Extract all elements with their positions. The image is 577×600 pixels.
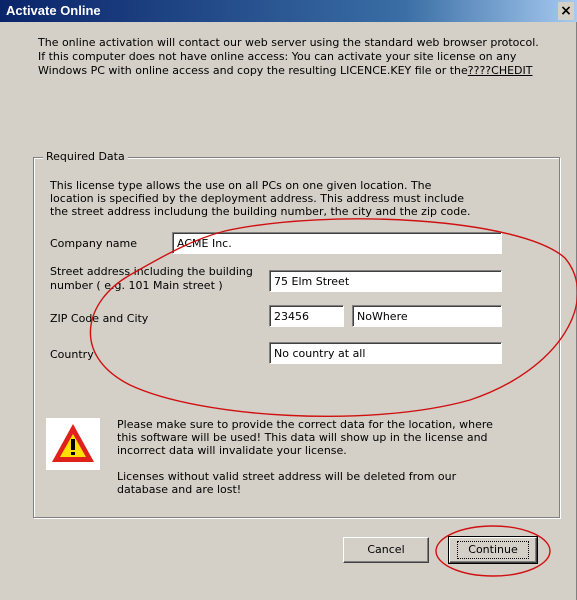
close-icon: × [560, 3, 572, 19]
warning-message: Please make sure to provide the correct … [117, 418, 537, 496]
intro-text: The online activation will contact our w… [38, 36, 563, 78]
intro-line-3-main: Windows PC with online access and copy t… [38, 64, 468, 77]
activate-online-dialog: Activate Online × The online activation … [0, 0, 577, 600]
warning-line-3: incorrect data will invalidate your lice… [117, 444, 347, 457]
cancel-button-label: Cancel [367, 543, 405, 556]
continue-button-label: Continue [457, 541, 529, 559]
intro-line-1: The online activation will contact our w… [38, 36, 539, 49]
company-name-label: Company name [50, 237, 138, 250]
required-data-description: This license type allows the use on all … [50, 179, 550, 218]
title-bar[interactable]: Activate Online × [0, 0, 577, 22]
window-title: Activate Online [6, 3, 101, 18]
description-line-1: This license type allows the use on all … [50, 179, 432, 192]
street-address-input[interactable] [269, 270, 502, 292]
warning-spacer [117, 457, 537, 470]
warning-line-1: Please make sure to provide the correct … [117, 418, 493, 431]
company-name-input[interactable] [172, 232, 502, 254]
country-input[interactable] [269, 342, 502, 364]
country-label: Country [50, 348, 94, 361]
zip-city-label: ZIP Code and City [50, 312, 149, 325]
warning-line-2: this software will be used! This data wi… [117, 431, 488, 444]
warning-triangle-icon [52, 424, 94, 462]
street-address-label-line-2: number ( e.g. 101 Main street ) [50, 279, 223, 292]
description-line-3: the street address includung the buildin… [50, 205, 471, 218]
intro-line-3: Windows PC with online access and copy t… [38, 64, 563, 78]
required-data-label: Required Data [43, 150, 128, 163]
description-line-2: location is specified by the deployment … [50, 192, 464, 205]
warning-line-5: database and are lost! [117, 483, 242, 496]
warning-icon-box [46, 418, 100, 470]
street-address-label-line-1: Street address including the building [50, 265, 253, 278]
close-button[interactable]: × [558, 2, 574, 20]
cancel-button[interactable]: Cancel [343, 537, 429, 563]
warning-line-4: Licenses without valid street address wi… [117, 470, 457, 483]
zip-code-input[interactable] [269, 305, 344, 327]
city-input[interactable] [352, 305, 502, 327]
intro-line-2: If this computer does not have online ac… [38, 50, 517, 63]
continue-button[interactable]: Continue [448, 536, 538, 564]
intro-line-3-tail: ????CHEDIT [467, 64, 533, 77]
